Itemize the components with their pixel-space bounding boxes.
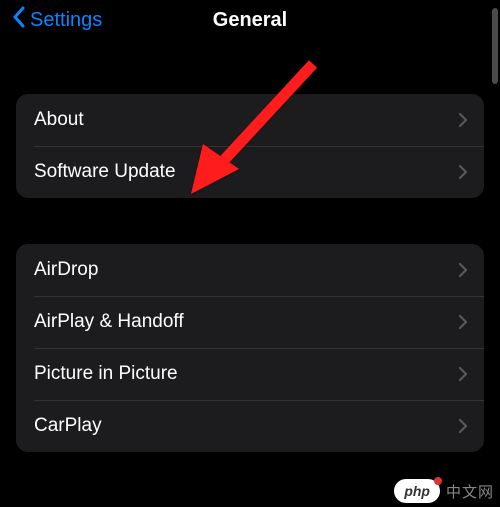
chevron-right-icon: [458, 164, 468, 180]
chevron-right-icon: [458, 314, 468, 330]
chevron-left-icon: [12, 6, 26, 34]
row-picture-in-picture[interactable]: Picture in Picture: [16, 348, 484, 400]
row-about[interactable]: About: [16, 94, 484, 146]
nav-header: Settings General: [0, 0, 500, 48]
row-label: Picture in Picture: [34, 363, 178, 385]
row-label: Software Update: [34, 161, 176, 183]
chevron-right-icon: [458, 418, 468, 434]
watermark-text: 中文网: [446, 481, 494, 502]
settings-group-2: AirDrop AirPlay & Handoff Picture in Pic…: [16, 244, 484, 452]
back-button[interactable]: Settings: [12, 6, 102, 34]
settings-group-1: About Software Update: [16, 94, 484, 198]
back-label: Settings: [30, 9, 102, 32]
row-carplay[interactable]: CarPlay: [16, 400, 484, 452]
content-area: About Software Update AirDrop AirPlay & …: [0, 94, 500, 452]
row-label: AirPlay & Handoff: [34, 311, 184, 333]
chevron-right-icon: [458, 366, 468, 382]
row-software-update[interactable]: Software Update: [16, 146, 484, 198]
scrollbar-thumb[interactable]: [492, 8, 498, 84]
page-title: General: [213, 9, 287, 32]
row-label: AirDrop: [34, 259, 98, 281]
row-airplay-handoff[interactable]: AirPlay & Handoff: [16, 296, 484, 348]
php-badge: php: [394, 479, 440, 503]
chevron-right-icon: [458, 112, 468, 128]
row-airdrop[interactable]: AirDrop: [16, 244, 484, 296]
row-label: CarPlay: [34, 415, 102, 437]
row-label: About: [34, 109, 84, 131]
watermark: php 中文网: [394, 479, 494, 503]
chevron-right-icon: [458, 262, 468, 278]
